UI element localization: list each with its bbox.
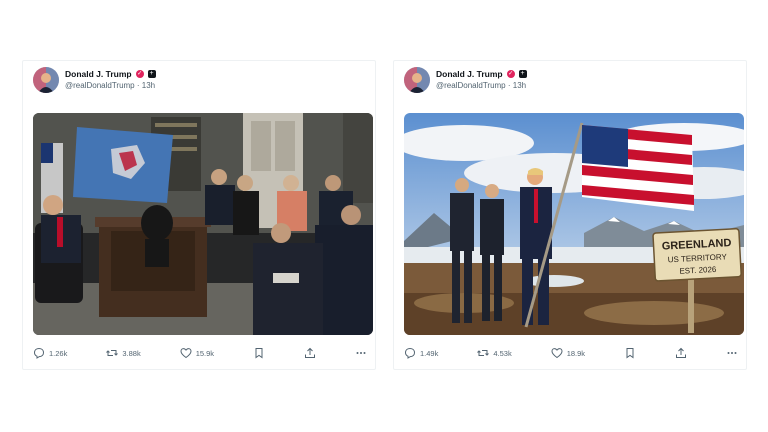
author-handle[interactable]: @realDonaldTrump: [65, 81, 135, 90]
author-handle[interactable]: @realDonaldTrump: [436, 81, 506, 90]
post-meta: @realDonaldTrump · 13h: [65, 81, 155, 90]
reply-count: 1.49k: [420, 348, 439, 358]
post-time[interactable]: 13h: [142, 81, 155, 90]
more-button[interactable]: [726, 347, 738, 359]
author-name[interactable]: Donald J. Trump: [65, 69, 132, 79]
reply-button[interactable]: 1.49k: [404, 347, 438, 359]
like-button[interactable]: 18.9k: [551, 347, 585, 359]
author-name[interactable]: Donald J. Trump: [436, 69, 503, 79]
reply-icon: [33, 347, 45, 359]
post-image[interactable]: [33, 113, 373, 335]
post-card: Donald J. Trump ✓ + @realDonaldTrump · 1…: [22, 60, 376, 370]
oval-office-photo: [33, 113, 373, 335]
like-count: 18.9k: [566, 348, 586, 358]
repost-count: 4.53k: [493, 348, 512, 358]
share-icon: [676, 347, 687, 358]
repost-icon: [106, 350, 119, 356]
greenland-flag-image: GREENLAND US TERRITORY EST. 2026: [404, 113, 744, 335]
post-actions: 1.26k 3.88k 15.9k: [33, 345, 367, 361]
bookmark-button[interactable]: [253, 347, 265, 359]
share-button[interactable]: [675, 347, 687, 359]
verified-badge-icon: ✓: [135, 70, 144, 78]
heart-icon: [180, 348, 192, 359]
post-actions: 1.49k 4.53k 18.9k: [404, 345, 738, 361]
bookmark-icon: [255, 348, 263, 359]
reply-count: 1.26k: [49, 348, 68, 358]
share-button[interactable]: [304, 347, 316, 359]
post-card: Donald J. Trump ✓ + @realDonaldTrump · 1…: [393, 60, 747, 370]
avatar[interactable]: [404, 67, 430, 93]
avatar[interactable]: [33, 67, 59, 93]
post-meta: @realDonaldTrump · 13h: [436, 81, 526, 90]
more-button[interactable]: [355, 347, 367, 359]
post-time[interactable]: 13h: [513, 81, 526, 90]
like-count: 15.9k: [195, 348, 215, 358]
reply-button[interactable]: 1.26k: [33, 347, 67, 359]
post-image[interactable]: GREENLAND US TERRITORY EST. 2026: [404, 113, 744, 335]
verified-badge-icon: ✓: [506, 70, 515, 78]
more-icon: [727, 352, 737, 354]
bookmark-button[interactable]: [624, 347, 636, 359]
heart-icon: [551, 348, 563, 359]
repost-icon: [477, 350, 490, 356]
repost-button[interactable]: 3.88k: [106, 347, 141, 359]
like-button[interactable]: 15.9k: [180, 347, 214, 359]
share-icon: [305, 347, 316, 358]
bookmark-icon: [626, 348, 634, 359]
reply-icon: [404, 347, 416, 359]
affiliation-badge-icon: +: [147, 70, 156, 78]
repost-button[interactable]: 4.53k: [477, 347, 512, 359]
affiliation-badge-icon: +: [518, 70, 527, 78]
more-icon: [356, 352, 366, 354]
repost-count: 3.88k: [122, 348, 141, 358]
